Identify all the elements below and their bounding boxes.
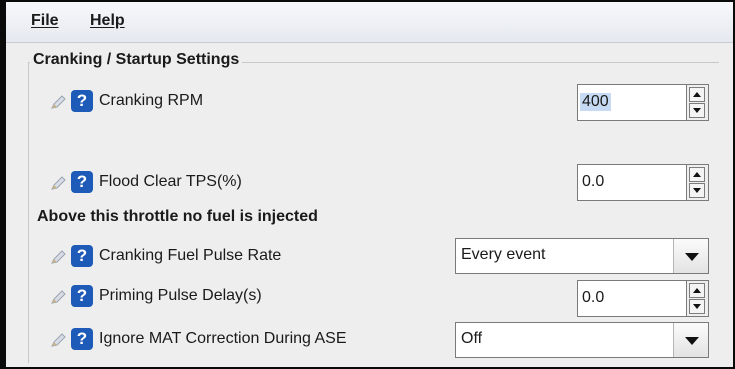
setting-label: Ignore MAT Correction During ASE [99,330,347,347]
pencil-icon[interactable] [50,288,68,306]
triangle-down-icon [693,188,701,193]
spinner-value[interactable]: 0.0 [582,289,604,307]
increment-button[interactable] [689,283,705,298]
cranking-fuel-pulse-rate-dropdown[interactable]: Every event [455,238,709,274]
spinner-buttons [686,85,708,120]
triangle-down-icon [685,337,699,345]
triangle-down-icon [685,253,699,261]
menu-bar: File Help [6,2,733,43]
spinner-value[interactable]: 0.0 [582,173,604,191]
increment-button[interactable] [689,87,705,102]
spinner-value[interactable]: 400 [580,93,611,111]
ignore-mat-correction-dropdown[interactable]: Off [455,322,709,358]
dropdown-value[interactable]: Every event [461,246,545,264]
menu-help[interactable]: Help [90,12,125,30]
dropdown-value[interactable]: Off [461,330,482,348]
help-icon[interactable]: ? [71,90,93,112]
throttle-note: Above this throttle no fuel is injected [37,208,318,225]
help-icon[interactable]: ? [71,171,93,193]
setting-label: Cranking Fuel Pulse Rate [99,247,282,264]
pencil-icon[interactable] [50,331,68,349]
flood-clear-tps-spinner[interactable]: 0.0 [577,164,709,201]
cranking-rpm-spinner[interactable]: 400 [577,84,709,121]
spinner-buttons [686,281,708,316]
pencil-icon[interactable] [50,174,68,192]
decrement-button[interactable] [689,103,705,118]
setting-label: Flood Clear TPS(%) [99,173,242,190]
help-icon[interactable]: ? [71,328,93,350]
increment-button[interactable] [689,167,705,182]
setting-label: Cranking RPM [99,92,204,109]
dropdown-button[interactable] [673,323,708,357]
decrement-button[interactable] [689,299,705,314]
setting-label: Priming Pulse Delay(s) [99,287,262,304]
priming-pulse-delay-spinner[interactable]: 0.0 [577,280,709,317]
help-icon[interactable]: ? [71,245,93,267]
dropdown-button[interactable] [673,239,708,273]
triangle-down-icon [693,304,701,309]
triangle-up-icon [693,92,701,97]
decrement-button[interactable] [689,183,705,198]
spinner-buttons [686,165,708,200]
section-title: Cranking / Startup Settings [30,51,243,69]
menu-file[interactable]: File [31,12,59,30]
triangle-up-icon [693,288,701,293]
pencil-icon[interactable] [50,248,68,266]
triangle-down-icon [693,108,701,113]
help-icon[interactable]: ? [71,285,93,307]
triangle-up-icon [693,172,701,177]
pencil-icon[interactable] [50,93,68,111]
